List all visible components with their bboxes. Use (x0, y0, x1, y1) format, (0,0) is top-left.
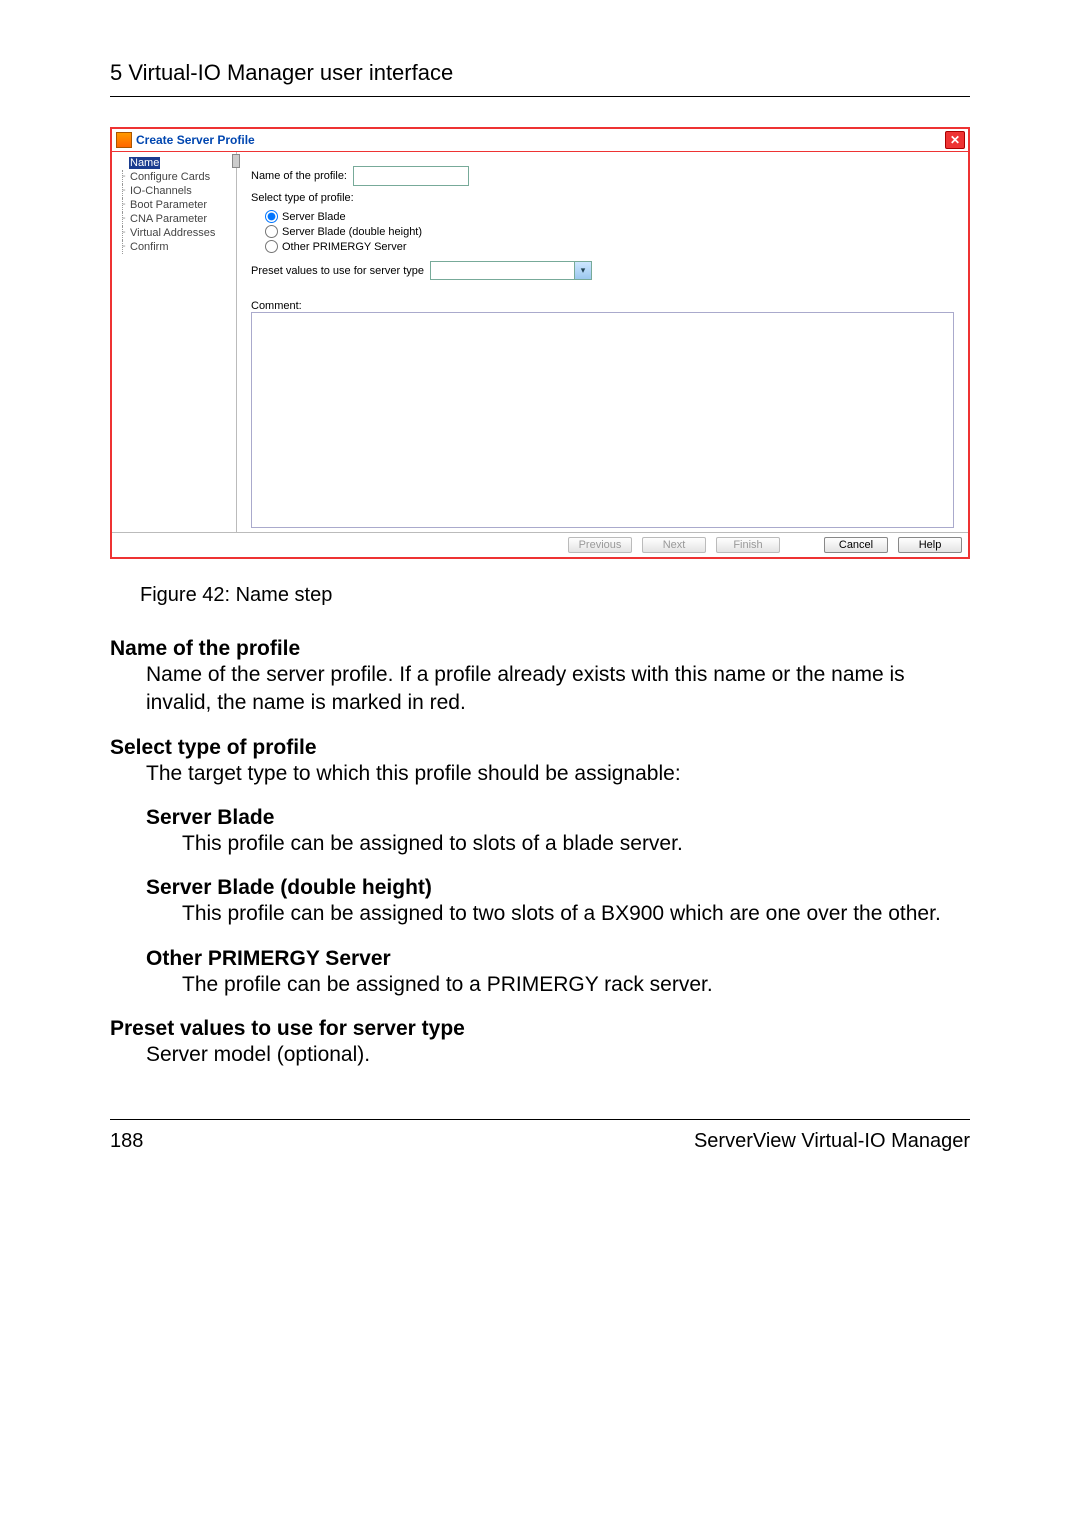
chevron-down-icon[interactable]: ▾ (574, 262, 591, 279)
finish-button[interactable]: Finish (716, 537, 780, 553)
dialog-titlebar: Create Server Profile ✕ (112, 129, 968, 152)
wizard-step-configure-cards[interactable]: Configure Cards (122, 170, 236, 184)
subbody-server-blade-double: This profile can be assigned to two slot… (182, 900, 970, 928)
preset-values-label: Preset values to use for server type (251, 265, 424, 277)
term-name-of-profile: Name of the profile (110, 637, 970, 661)
wizard-step-io-channels[interactable]: IO-Channels (122, 184, 236, 198)
figure-caption: Figure 42: Name step (140, 584, 970, 607)
wizard-step-virtual-addresses[interactable]: Virtual Addresses (122, 226, 236, 240)
radio-other-primergy[interactable] (265, 240, 278, 253)
profile-name-label: Name of the profile: (251, 170, 347, 182)
bottom-rule (110, 1119, 970, 1120)
wizard-steps-nav: Name Configure Cards IO-Channels Boot Pa… (112, 152, 237, 532)
radio-server-blade-double[interactable] (265, 225, 278, 238)
page-number: 188 (110, 1130, 143, 1153)
create-server-profile-dialog: Create Server Profile ✕ Name Configure C… (110, 127, 970, 559)
comment-textarea[interactable] (251, 312, 954, 528)
profile-name-input[interactable] (353, 166, 469, 186)
body-select-type: The target type to which this profile sh… (146, 760, 970, 788)
select-type-label: Select type of profile: (251, 192, 354, 204)
wizard-step-cna-parameter[interactable]: CNA Parameter (122, 212, 236, 226)
wizard-step-confirm[interactable]: Confirm (122, 240, 236, 254)
close-icon[interactable]: ✕ (945, 131, 965, 149)
subbody-other-primergy: The profile can be assigned to a PRIMERG… (182, 971, 970, 999)
preset-values-select[interactable]: ▾ (430, 261, 592, 280)
subterm-server-blade: Server Blade (146, 806, 970, 830)
cancel-button[interactable]: Cancel (824, 537, 888, 553)
radio-other-primergy-label: Other PRIMERGY Server (282, 241, 407, 253)
comment-label: Comment: (251, 300, 954, 312)
wizard-step-boot-parameter[interactable]: Boot Parameter (122, 198, 236, 212)
subterm-other-primergy: Other PRIMERGY Server (146, 947, 970, 971)
previous-button[interactable]: Previous (568, 537, 632, 553)
dialog-title: Create Server Profile (136, 133, 255, 147)
wizard-step-name[interactable]: Name (122, 156, 236, 170)
radio-server-blade-label: Server Blade (282, 211, 346, 223)
chapter-heading: 5 Virtual-IO Manager user interface (110, 60, 970, 86)
subterm-server-blade-double: Server Blade (double height) (146, 876, 970, 900)
radio-server-blade-double-label: Server Blade (double height) (282, 226, 422, 238)
term-select-type: Select type of profile (110, 736, 970, 760)
next-button[interactable]: Next (642, 537, 706, 553)
dialog-button-bar: Previous Next Finish Cancel Help (112, 532, 968, 557)
term-preset-values: Preset values to use for server type (110, 1017, 970, 1041)
body-preset-values: Server model (optional). (146, 1041, 970, 1069)
product-name: ServerView Virtual-IO Manager (694, 1130, 970, 1153)
dialog-form-panel: Name of the profile: Select type of prof… (237, 152, 968, 532)
dialog-icon (116, 132, 132, 148)
body-name-of-profile: Name of the server profile. If a profile… (146, 661, 970, 718)
help-button[interactable]: Help (898, 537, 962, 553)
top-rule (110, 96, 970, 97)
subbody-server-blade: This profile can be assigned to slots of… (182, 830, 970, 858)
radio-server-blade[interactable] (265, 210, 278, 223)
